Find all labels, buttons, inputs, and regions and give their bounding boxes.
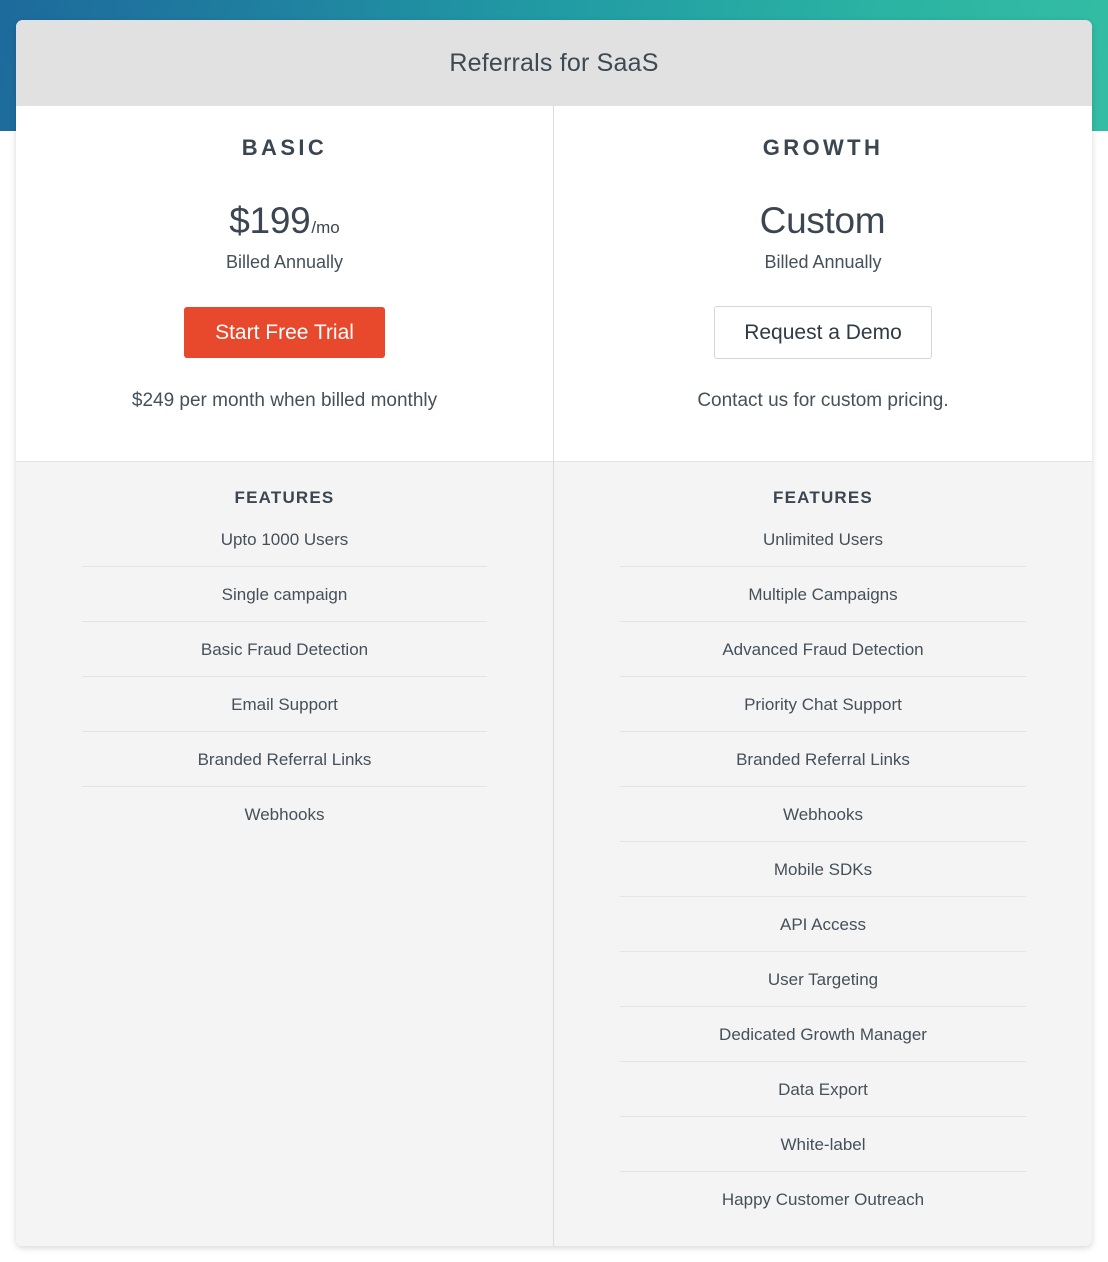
feature-item: Mobile SDKs — [620, 842, 1026, 897]
plan-name-basic: BASIC — [241, 135, 328, 160]
request-a-demo-button[interactable]: Request a Demo — [714, 306, 932, 359]
plan-price-period-basic: /mo — [311, 218, 340, 237]
start-free-trial-button[interactable]: Start Free Trial — [184, 307, 385, 358]
plan-note-basic: $249 per month when billed monthly — [131, 390, 438, 411]
feature-item: Branded Referral Links — [82, 732, 487, 787]
feature-item: Branded Referral Links — [620, 732, 1026, 787]
card-header: Referrals for SaaS — [16, 20, 1092, 106]
feature-item: Priority Chat Support — [620, 677, 1026, 732]
pricing-card: Referrals for SaaS BASIC $199 /mo Billed… — [16, 20, 1092, 1246]
plan-summary-basic: BASIC $199 /mo Billed Annually Start Fre… — [16, 106, 553, 461]
feature-item: Unlimited Users — [620, 512, 1026, 567]
plan-price-basic: $199 /mo — [229, 202, 339, 239]
feature-item: White-label — [620, 1117, 1026, 1172]
pricing-page: Referrals for SaaS BASIC $199 /mo Billed… — [0, 0, 1108, 1262]
plan-columns: BASIC $199 /mo Billed Annually Start Fre… — [16, 106, 1092, 1246]
plan-price-amount-growth: Custom — [759, 200, 886, 241]
feature-list-growth: Unlimited Users Multiple Campaigns Advan… — [620, 512, 1026, 1227]
plan-price-growth: Custom — [760, 202, 887, 239]
feature-item: Single campaign — [82, 567, 487, 622]
feature-list-basic: Upto 1000 Users Single campaign Basic Fr… — [82, 512, 487, 842]
feature-item: Dedicated Growth Manager — [620, 1007, 1026, 1062]
plan-column-basic: BASIC $199 /mo Billed Annually Start Fre… — [16, 106, 554, 1246]
feature-item: Upto 1000 Users — [82, 512, 487, 567]
plan-cta-wrap-basic: Start Free Trial — [184, 301, 385, 364]
plan-name-growth: GROWTH — [762, 135, 884, 160]
feature-item: API Access — [620, 897, 1026, 952]
feature-item: Happy Customer Outreach — [721, 1190, 925, 1209]
feature-item: Webhooks — [620, 787, 1026, 842]
feature-item: User Targeting — [620, 952, 1026, 1007]
feature-item: Email Support — [82, 677, 487, 732]
plan-note-growth: Contact us for custom pricing. — [697, 390, 949, 411]
feature-item: Data Export — [620, 1062, 1026, 1117]
features-heading-growth: FEATURES — [773, 488, 873, 507]
plan-features-growth: FEATURES Unlimited Users Multiple Campai… — [554, 461, 1092, 1246]
page-title: Referrals for SaaS — [449, 48, 659, 77]
feature-item: Basic Fraud Detection — [82, 622, 487, 677]
plan-cta-wrap-growth: Request a Demo — [714, 301, 932, 364]
feature-item: Webhooks — [244, 805, 325, 824]
plan-price-amount-basic: $199 — [229, 200, 311, 241]
feature-item: Advanced Fraud Detection — [620, 622, 1026, 677]
feature-item: Multiple Campaigns — [620, 567, 1026, 622]
features-heading-basic: FEATURES — [234, 488, 335, 507]
plan-billing-growth: Billed Annually — [764, 252, 882, 272]
plan-summary-growth: GROWTH Custom Billed Annually Request a … — [554, 106, 1092, 461]
plan-billing-basic: Billed Annually — [225, 252, 344, 272]
plan-column-growth: GROWTH Custom Billed Annually Request a … — [554, 106, 1092, 1246]
plan-features-basic: FEATURES Upto 1000 Users Single campaign… — [16, 461, 553, 1246]
